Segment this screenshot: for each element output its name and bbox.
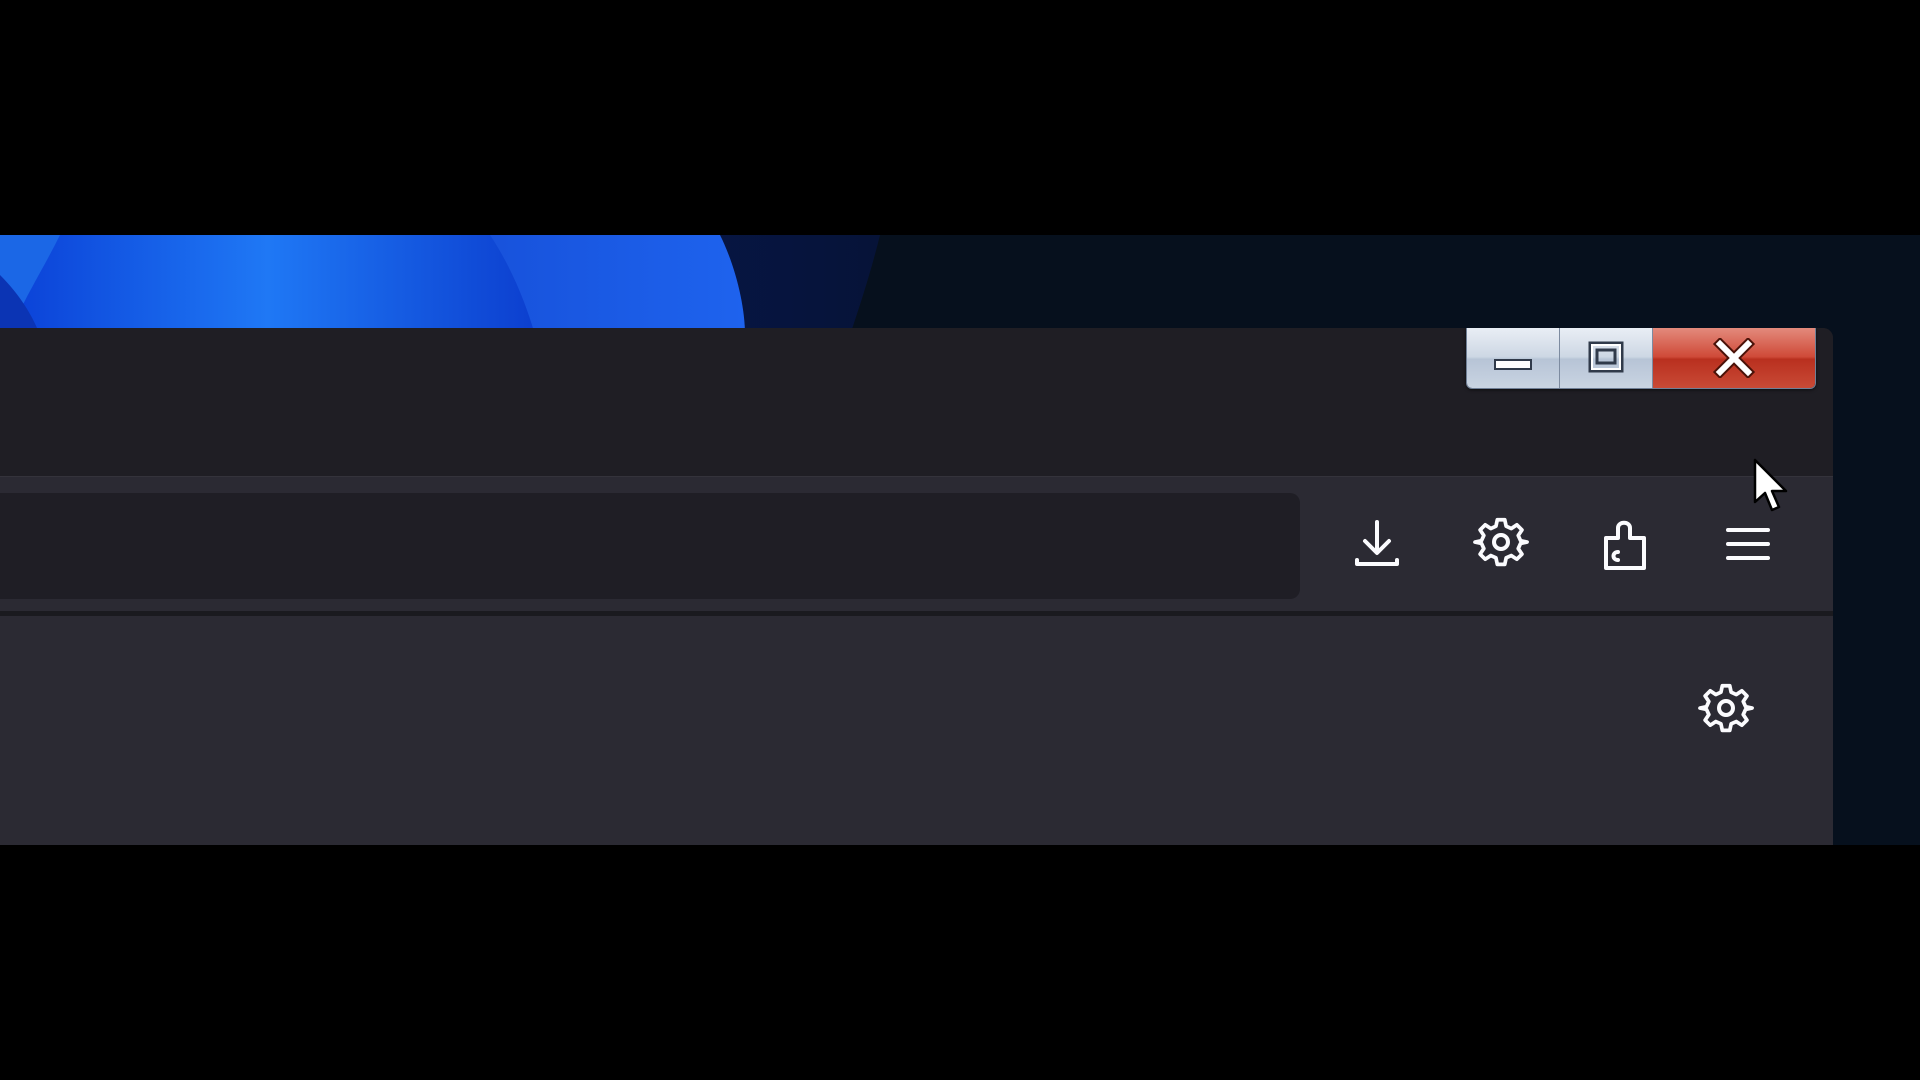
- close-button[interactable]: [1653, 328, 1815, 388]
- gear-icon: [1698, 683, 1754, 733]
- gear-icon: [1473, 517, 1529, 567]
- close-icon: [1712, 338, 1756, 378]
- restore-icon: [1588, 341, 1624, 373]
- minimize-icon: [1494, 359, 1532, 370]
- browser-window: [0, 328, 1833, 845]
- hamburger-menu-icon: [1726, 528, 1770, 560]
- caption-buttons: [1466, 328, 1816, 389]
- title-bar: [0, 328, 1833, 476]
- address-bar[interactable]: [0, 493, 1300, 599]
- puzzle-extensions-icon: [1604, 520, 1646, 570]
- extensions-button[interactable]: [1594, 512, 1658, 576]
- minimize-button[interactable]: [1467, 328, 1560, 388]
- navigation-toolbar: [0, 476, 1833, 617]
- maximize-button[interactable]: [1560, 328, 1653, 388]
- download-icon: [1355, 520, 1399, 566]
- menu-button[interactable]: [1716, 512, 1780, 576]
- screen: [0, 0, 1920, 1080]
- settings-button[interactable]: [1469, 512, 1533, 576]
- downloads-button[interactable]: [1345, 512, 1409, 576]
- page-settings-button[interactable]: [1694, 678, 1758, 742]
- page-content: [0, 616, 1833, 845]
